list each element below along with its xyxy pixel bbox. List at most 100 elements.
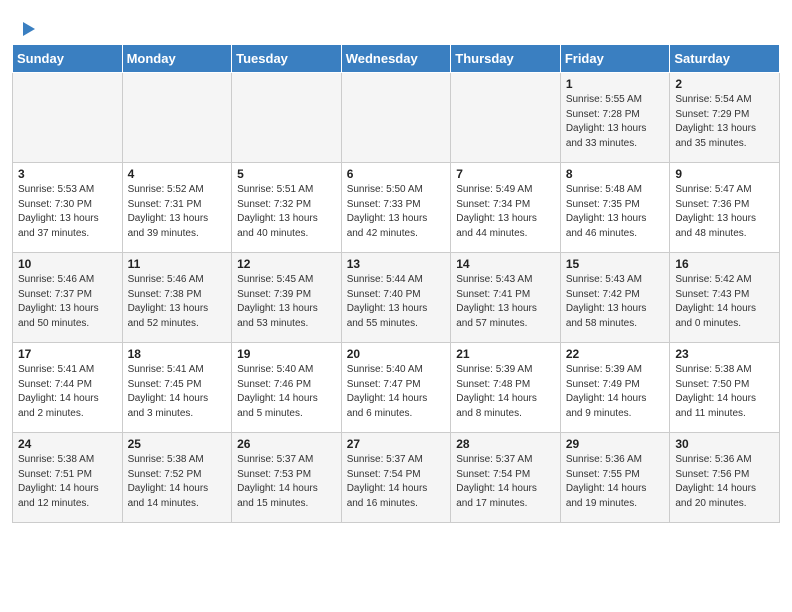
day-info: Sunrise: 5:50 AMSunset: 7:33 PMDaylight:… [347, 183, 446, 241]
weekday-header-wednesday: Wednesday [341, 45, 451, 73]
calendar-cell: 20Sunrise: 5:40 AMSunset: 7:47 PMDayligh… [341, 343, 451, 433]
calendar-cell: 26 Sunrise: 5:37 AMSunset: 7:53 PMDayligh… [232, 433, 342, 523]
calendar-week-row: 10 Sunrise: 5:46 AMSunset: 7:37 PMDayligh… [13, 253, 780, 343]
calendar-container: SundayMondayTuesdayWednesdayThursdayFrid… [0, 44, 792, 535]
day-number: 12 [237, 257, 336, 271]
day-info: Sunrise: 5:52 AMSunset: 7:31 PMDaylight:… [128, 183, 227, 241]
weekday-header-thursday: Thursday [451, 45, 561, 73]
day-info: Sunrise: 5:37 AMSunset: 7:54 PMDaylight:… [347, 453, 446, 511]
day-info: Sunrise: 5:39 AMSunset: 7:48 PMDaylight:… [456, 363, 555, 421]
day-info: Sunrise: 5:41 AMSunset: 7:44 PMDaylight:… [18, 363, 117, 421]
calendar-cell: 16Sunrise: 5:42 AMSunset: 7:43 PMDayligh… [670, 253, 780, 343]
calendar-cell: 18 Sunrise: 5:41 AMSunset: 7:45 PMDayligh… [122, 343, 232, 433]
calendar-cell: 5Sunrise: 5:51 AMSunset: 7:32 PMDaylight… [232, 163, 342, 253]
calendar-week-row: 24 Sunrise: 5:38 AMSunset: 7:51 PMDayligh… [13, 433, 780, 523]
day-number: 2 [675, 77, 774, 91]
calendar-cell [13, 73, 123, 163]
day-info: Sunrise: 5:54 AMSunset: 7:29 PMDaylight:… [675, 93, 774, 151]
calendar-cell: 7 Sunrise: 5:49 AMSunset: 7:34 PMDaylight… [451, 163, 561, 253]
day-number: 22 [566, 347, 665, 361]
day-number: 23 [675, 347, 774, 361]
calendar-cell: 3 Sunrise: 5:53 AMSunset: 7:30 PMDaylight… [13, 163, 123, 253]
day-info: Sunrise: 5:38 AMSunset: 7:51 PMDaylight:… [18, 453, 117, 511]
calendar-cell: 28 Sunrise: 5:37 AMSunset: 7:54 PMDayligh… [451, 433, 561, 523]
day-info: Sunrise: 5:38 AMSunset: 7:52 PMDaylight:… [128, 453, 227, 511]
day-number: 18 [128, 347, 227, 361]
calendar-cell: 19Sunrise: 5:40 AMSunset: 7:46 PMDayligh… [232, 343, 342, 433]
day-info: Sunrise: 5:39 AMSunset: 7:49 PMDaylight:… [566, 363, 665, 421]
weekday-header-sunday: Sunday [13, 45, 123, 73]
day-info: Sunrise: 5:46 AMSunset: 7:37 PMDaylight:… [18, 273, 117, 331]
day-number: 1 [566, 77, 665, 91]
calendar-week-row: 1 Sunrise: 5:55 AMSunset: 7:28 PMDaylight… [13, 73, 780, 163]
day-info: Sunrise: 5:49 AMSunset: 7:34 PMDaylight:… [456, 183, 555, 241]
day-info: Sunrise: 5:37 AMSunset: 7:53 PMDaylight:… [237, 453, 336, 511]
day-number: 21 [456, 347, 555, 361]
calendar-cell: 1 Sunrise: 5:55 AMSunset: 7:28 PMDaylight… [560, 73, 670, 163]
calendar-cell: 25 Sunrise: 5:38 AMSunset: 7:52 PMDayligh… [122, 433, 232, 523]
day-number: 4 [128, 167, 227, 181]
day-number: 9 [675, 167, 774, 181]
logo [20, 22, 35, 36]
day-info: Sunrise: 5:55 AMSunset: 7:28 PMDaylight:… [566, 93, 665, 151]
calendar-cell: 6 Sunrise: 5:50 AMSunset: 7:33 PMDaylight… [341, 163, 451, 253]
calendar-cell: 22 Sunrise: 5:39 AMSunset: 7:49 PMDayligh… [560, 343, 670, 433]
day-info: Sunrise: 5:36 AMSunset: 7:55 PMDaylight:… [566, 453, 665, 511]
weekday-header-tuesday: Tuesday [232, 45, 342, 73]
day-number: 15 [566, 257, 665, 271]
calendar-cell [122, 73, 232, 163]
calendar-cell [451, 73, 561, 163]
day-number: 17 [18, 347, 117, 361]
day-number: 26 [237, 437, 336, 451]
calendar-cell: 9 Sunrise: 5:47 AMSunset: 7:36 PMDaylight… [670, 163, 780, 253]
day-number: 6 [347, 167, 446, 181]
calendar-week-row: 3 Sunrise: 5:53 AMSunset: 7:30 PMDaylight… [13, 163, 780, 253]
calendar-cell: 14 Sunrise: 5:43 AMSunset: 7:41 PMDayligh… [451, 253, 561, 343]
day-number: 13 [347, 257, 446, 271]
day-info: Sunrise: 5:43 AMSunset: 7:42 PMDaylight:… [566, 273, 665, 331]
day-number: 3 [18, 167, 117, 181]
day-info: Sunrise: 5:42 AMSunset: 7:43 PMDaylight:… [675, 273, 774, 331]
day-number: 8 [566, 167, 665, 181]
calendar-cell: 8 Sunrise: 5:48 AMSunset: 7:35 PMDaylight… [560, 163, 670, 253]
day-number: 24 [18, 437, 117, 451]
day-info: Sunrise: 5:48 AMSunset: 7:35 PMDaylight:… [566, 183, 665, 241]
day-info: Sunrise: 5:45 AMSunset: 7:39 PMDaylight:… [237, 273, 336, 331]
calendar-cell: 10 Sunrise: 5:46 AMSunset: 7:37 PMDayligh… [13, 253, 123, 343]
day-number: 7 [456, 167, 555, 181]
calendar-cell: 30 Sunrise: 5:36 AMSunset: 7:56 PMDayligh… [670, 433, 780, 523]
calendar-week-row: 17 Sunrise: 5:41 AMSunset: 7:44 PMDayligh… [13, 343, 780, 433]
weekday-header-monday: Monday [122, 45, 232, 73]
day-number: 28 [456, 437, 555, 451]
day-number: 25 [128, 437, 227, 451]
calendar-table: SundayMondayTuesdayWednesdayThursdayFrid… [12, 44, 780, 523]
calendar-cell: 21 Sunrise: 5:39 AMSunset: 7:48 PMDayligh… [451, 343, 561, 433]
calendar-cell: 15 Sunrise: 5:43 AMSunset: 7:42 PMDayligh… [560, 253, 670, 343]
day-info: Sunrise: 5:43 AMSunset: 7:41 PMDaylight:… [456, 273, 555, 331]
calendar-cell: 4 Sunrise: 5:52 AMSunset: 7:31 PMDaylight… [122, 163, 232, 253]
calendar-cell: 2 Sunrise: 5:54 AMSunset: 7:29 PMDaylight… [670, 73, 780, 163]
day-info: Sunrise: 5:37 AMSunset: 7:54 PMDaylight:… [456, 453, 555, 511]
calendar-cell: 24 Sunrise: 5:38 AMSunset: 7:51 PMDayligh… [13, 433, 123, 523]
day-info: Sunrise: 5:40 AMSunset: 7:46 PMDaylight:… [237, 363, 336, 421]
weekday-header-row: SundayMondayTuesdayWednesdayThursdayFrid… [13, 45, 780, 73]
day-number: 14 [456, 257, 555, 271]
day-number: 27 [347, 437, 446, 451]
day-number: 30 [675, 437, 774, 451]
day-info: Sunrise: 5:53 AMSunset: 7:30 PMDaylight:… [18, 183, 117, 241]
day-number: 10 [18, 257, 117, 271]
day-info: Sunrise: 5:41 AMSunset: 7:45 PMDaylight:… [128, 363, 227, 421]
calendar-cell: 12 Sunrise: 5:45 AMSunset: 7:39 PMDayligh… [232, 253, 342, 343]
calendar-cell: 11Sunrise: 5:46 AMSunset: 7:38 PMDayligh… [122, 253, 232, 343]
logo-blue [20, 22, 35, 36]
weekday-header-saturday: Saturday [670, 45, 780, 73]
day-info: Sunrise: 5:51 AMSunset: 7:32 PMDaylight:… [237, 183, 336, 241]
calendar-cell [232, 73, 342, 163]
day-info: Sunrise: 5:36 AMSunset: 7:56 PMDaylight:… [675, 453, 774, 511]
calendar-cell [341, 73, 451, 163]
day-info: Sunrise: 5:40 AMSunset: 7:47 PMDaylight:… [347, 363, 446, 421]
day-info: Sunrise: 5:47 AMSunset: 7:36 PMDaylight:… [675, 183, 774, 241]
calendar-cell: 13 Sunrise: 5:44 AMSunset: 7:40 PMDayligh… [341, 253, 451, 343]
day-info: Sunrise: 5:44 AMSunset: 7:40 PMDaylight:… [347, 273, 446, 331]
calendar-cell: 27 Sunrise: 5:37 AMSunset: 7:54 PMDayligh… [341, 433, 451, 523]
